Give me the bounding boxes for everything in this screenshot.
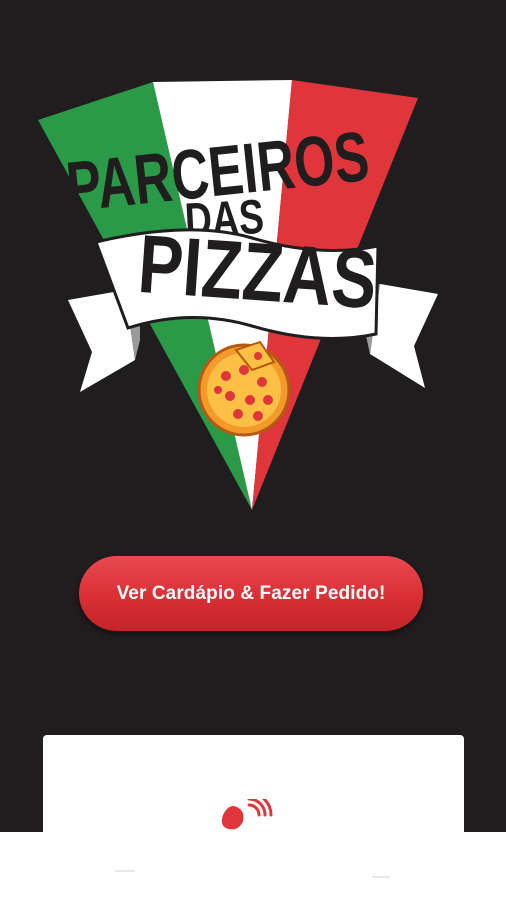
view-menu-order-button[interactable]: Ver Cardápio & Fazer Pedido! [79,556,423,631]
bottom-bar-mark-right [372,876,390,878]
bottom-bar-mark-left [115,870,135,872]
app-screen: PARCEIROS DAS PIZZAS Ver Cardápio & Faze… [0,0,506,900]
pizza-icon [197,340,291,437]
parceiros-das-pizzas-logo: PARCEIROS DAS PIZZAS [38,80,438,510]
bottom-bar [0,832,506,900]
logo-line-pizzas: PIZZAS [135,217,379,326]
